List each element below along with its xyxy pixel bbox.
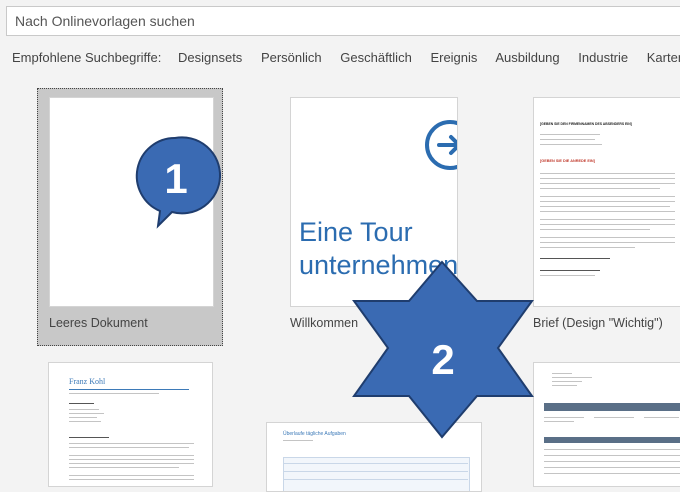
- text-line: [540, 139, 595, 140]
- template-thumbnail: Eine Tour unternehmen: [290, 97, 458, 307]
- text-line: [283, 479, 468, 480]
- text-line: [552, 385, 577, 386]
- template-thumbnail: [GEBEN SIE DEN FIRMENNAMEN DES ABSENDERS…: [533, 97, 680, 307]
- invoice-table-header: [544, 437, 680, 443]
- term-karten[interactable]: Karten: [647, 50, 680, 65]
- text-line: [540, 134, 600, 135]
- text-line: [69, 409, 99, 410]
- text-line: [69, 467, 179, 468]
- tour-title-line1: Eine Tour: [299, 217, 413, 247]
- suggested-search-terms: Empfohlene Suchbegriffe: Designsets Pers…: [12, 50, 680, 65]
- template-tour[interactable]: Eine Tour unternehmen Willkommen: [290, 97, 458, 337]
- term-geschaeftlich[interactable]: Geschäftlich: [340, 50, 412, 65]
- template-caption: Leeres Dokument: [49, 316, 148, 330]
- suggested-label: Empfohlene Suchbegriffe:: [12, 50, 162, 65]
- term-industrie[interactable]: Industrie: [578, 50, 628, 65]
- text-line: [552, 373, 572, 374]
- text-line: [540, 206, 670, 207]
- template-invoice[interactable]: [533, 362, 680, 487]
- text-line: [544, 461, 680, 462]
- text-line: [69, 413, 104, 414]
- text-line: [283, 440, 313, 441]
- text-line: [540, 219, 675, 220]
- text-line: [544, 449, 680, 450]
- text-line: [69, 389, 189, 390]
- text-line: [69, 403, 94, 404]
- text-line: [540, 229, 650, 230]
- text-line: [540, 188, 660, 189]
- text-line: [544, 417, 584, 418]
- text-line: [552, 381, 582, 382]
- search-box[interactable]: [6, 6, 680, 36]
- text-line: [69, 459, 194, 460]
- text-line: [544, 467, 680, 468]
- text-line: [69, 479, 194, 480]
- template-resume[interactable]: Franz Kohl: [48, 362, 213, 487]
- invoice-header-bar: [544, 403, 680, 411]
- term-ereignis[interactable]: Ereignis: [430, 50, 477, 65]
- text-line: [69, 393, 159, 394]
- text-line: [540, 183, 675, 184]
- template-thumbnail: Franz Kohl: [48, 362, 213, 487]
- text-line: [540, 178, 675, 179]
- template-thumbnail: [49, 97, 214, 307]
- term-ausbildung[interactable]: Ausbildung: [495, 50, 559, 65]
- text-line: [552, 377, 592, 378]
- text-line: [69, 443, 194, 444]
- template-thumbnail: [533, 362, 680, 487]
- text-line: [544, 473, 680, 474]
- text-line: [283, 463, 468, 464]
- template-caption: Brief (Design "Wichtig"): [533, 316, 663, 330]
- template-caption: Willkommen: [290, 316, 359, 330]
- text-line: [544, 455, 680, 456]
- template-letter-important[interactable]: [GEBEN SIE DEN FIRMENNAMEN DES ABSENDERS…: [533, 97, 680, 337]
- letter-heading: [GEBEN SIE DEN FIRMENNAMEN DES ABSENDERS…: [540, 122, 632, 126]
- search-input[interactable]: [7, 7, 680, 35]
- tour-title-line2: unternehmen: [299, 250, 458, 280]
- resume-name: Franz Kohl: [69, 377, 106, 386]
- text-line: [540, 224, 675, 225]
- template-blank-document[interactable]: Leeres Dokument: [37, 88, 223, 346]
- text-line: [544, 421, 574, 422]
- term-persoenlich[interactable]: Persönlich: [261, 50, 322, 65]
- text-line: [540, 144, 602, 145]
- text-line: [594, 417, 634, 418]
- text-line: [540, 173, 675, 174]
- text-line: [540, 211, 675, 212]
- callout-2-number: 2: [431, 336, 454, 383]
- text-line: [540, 196, 675, 197]
- text-line: [69, 437, 109, 438]
- text-line: [69, 421, 101, 422]
- text-line: [69, 447, 189, 448]
- text-line: [644, 417, 679, 418]
- text-line: [540, 275, 595, 276]
- text-line: [540, 242, 675, 243]
- text-line: [69, 475, 194, 476]
- arrow-right-icon: [425, 120, 457, 170]
- term-designsets[interactable]: Designsets: [178, 50, 242, 65]
- tour-title: Eine Tour unternehmen: [299, 216, 458, 282]
- text-line: [540, 247, 635, 248]
- letter-salutation: [GEBEN SIE DIE ANREDE EIN]: [540, 159, 595, 163]
- text-line: [283, 471, 468, 472]
- text-line: [540, 237, 675, 238]
- text-line: [540, 258, 610, 259]
- text-line: [540, 270, 600, 271]
- text-line: [540, 201, 675, 202]
- text-line: [69, 455, 194, 456]
- tasklist-title: Überlaufe tägliche Aufgaben: [283, 431, 346, 437]
- text-line: [69, 463, 194, 464]
- text-line: [69, 417, 97, 418]
